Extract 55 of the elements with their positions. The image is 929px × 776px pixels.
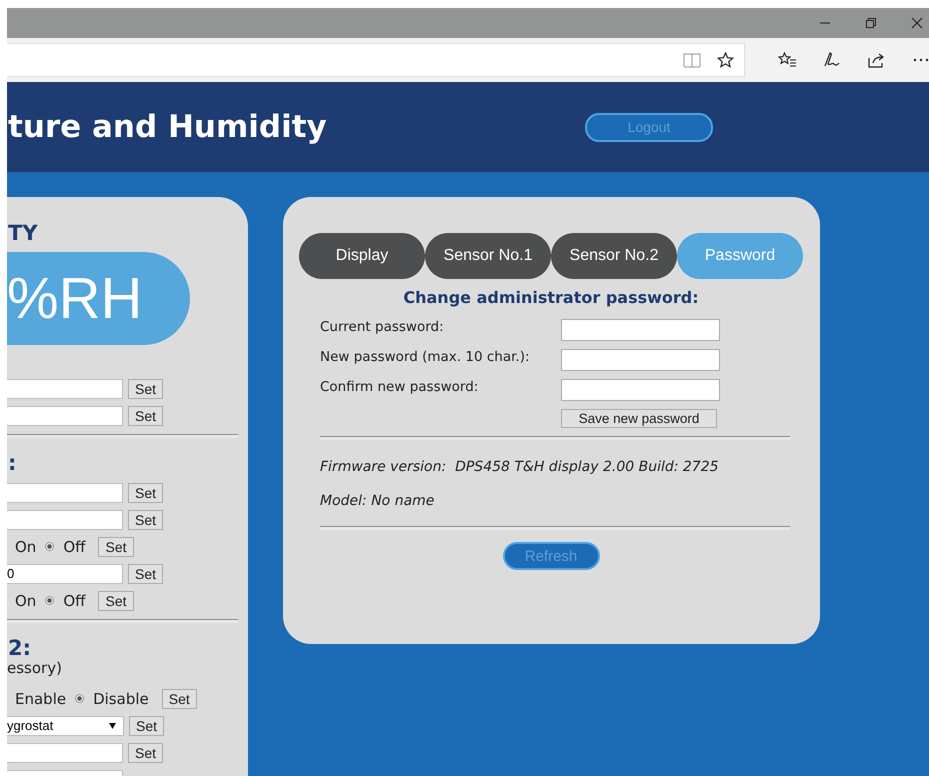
set-button[interactable]: Set: [98, 536, 134, 556]
radio-label: On: [15, 592, 36, 610]
set-button[interactable]: Set: [98, 590, 134, 610]
radio-label: Enable: [15, 690, 66, 708]
section-heading: :: [7, 452, 18, 474]
input-field[interactable]: [7, 406, 123, 426]
favorites-list-icon[interactable]: [778, 52, 796, 68]
minimize-icon[interactable]: [819, 22, 831, 24]
password-field[interactable]: [561, 319, 720, 341]
site-title: ture and Humidity: [8, 109, 328, 145]
field-label: New password (max. 10 char.):: [320, 349, 531, 365]
radio-label: Disable: [93, 690, 149, 708]
radio-label: Off: [63, 538, 86, 556]
password-field[interactable]: [561, 349, 720, 371]
input-field[interactable]: [7, 482, 123, 502]
set-button[interactable]: Set: [128, 742, 164, 762]
radio-button[interactable]: [75, 694, 84, 703]
restore-icon[interactable]: [865, 17, 877, 29]
radio-label: On: [15, 538, 36, 556]
more-icon[interactable]: [913, 58, 929, 62]
set-button[interactable]: Set: [128, 406, 164, 426]
firmware-version: Firmware version: DPS458 T&H display 2.00 Build: 2725: [320, 458, 720, 477]
field-label: Current password:: [320, 319, 445, 335]
model-name: Model: No name: [320, 492, 436, 511]
input-field[interactable]: [7, 378, 123, 398]
radio-button[interactable]: [45, 542, 54, 551]
radio-button[interactable]: [45, 596, 54, 605]
humidity-reading: %RH: [7, 252, 190, 345]
set-button[interactable]: Set: [128, 510, 164, 530]
section-heading: 2:: [7, 637, 32, 659]
share-icon[interactable]: [868, 52, 886, 68]
set-button[interactable]: Set: [128, 482, 164, 502]
tab[interactable]: Sensor No.1: [425, 233, 551, 279]
close-icon[interactable]: [911, 17, 923, 29]
set-button[interactable]: Set: [129, 716, 164, 736]
dropdown[interactable]: ygrostat: [7, 716, 124, 736]
form-heading: Change administrator password:: [402, 287, 700, 309]
section-note: essory): [7, 659, 63, 677]
pen-icon[interactable]: [823, 51, 841, 69]
password-field[interactable]: [561, 379, 720, 401]
save-password-button[interactable]: Save new password: [561, 409, 717, 428]
input-field[interactable]: [7, 742, 123, 762]
input-field[interactable]: [7, 510, 123, 530]
address-field[interactable]: [7, 43, 745, 77]
section-heading: TY: [7, 221, 39, 245]
radio-label: Off: [63, 592, 86, 610]
tab[interactable]: Display: [299, 233, 425, 279]
tab[interactable]: Sensor No.2: [551, 233, 677, 279]
set-button[interactable]: Set: [162, 688, 197, 708]
input-field[interactable]: 0: [7, 564, 123, 584]
set-button[interactable]: Set: [128, 564, 164, 584]
dropdown-arrow-icon: [109, 722, 116, 728]
set-button[interactable]: Set: [128, 378, 164, 398]
field-label: Confirm new password:: [320, 379, 480, 395]
star-icon[interactable]: [717, 52, 734, 68]
